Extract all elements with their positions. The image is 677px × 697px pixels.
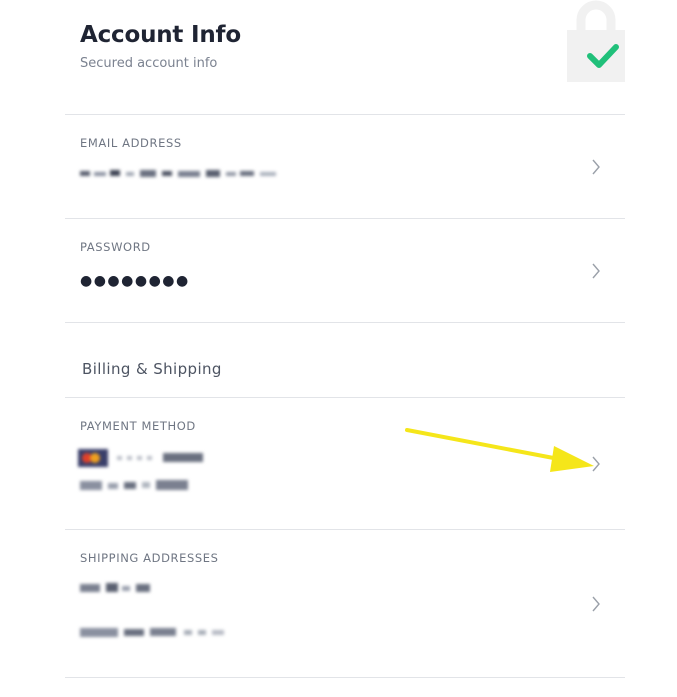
card-brand-icon [78,449,108,467]
chevron-right-icon[interactable] [591,595,601,613]
card-number-redacted [117,453,207,463]
payment-method-label: PAYMENT METHOD [80,419,196,433]
chevron-right-icon[interactable] [591,262,601,280]
padlock-check-icon [567,0,625,82]
password-value: ●●●●●●●● [80,273,190,289]
shipping-addresses-label: SHIPPING ADDRESSES [80,551,219,565]
divider [65,677,625,678]
shipping-name-redacted [80,583,152,594]
chevron-right-icon[interactable] [591,158,601,176]
card-holder-redacted [80,480,190,492]
page-title: Account Info [80,22,241,48]
payment-method-chevron[interactable] [591,455,601,473]
email-address-label: EMAIL ADDRESS [80,136,182,150]
email-address-row[interactable]: EMAIL ADDRESS [65,115,625,218]
billing-shipping-heading: Billing & Shipping [82,360,222,378]
password-row[interactable]: PASSWORD ●●●●●●●● [65,219,625,322]
payment-method-row[interactable]: PAYMENT METHOD [65,398,625,529]
email-address-value-redacted [80,169,276,179]
page-subtitle: Secured account info [80,56,218,71]
shipping-addresses-row[interactable]: SHIPPING ADDRESSES [65,530,625,677]
password-label: PASSWORD [80,240,151,254]
shipping-address-redacted [80,627,230,639]
divider [65,322,625,323]
